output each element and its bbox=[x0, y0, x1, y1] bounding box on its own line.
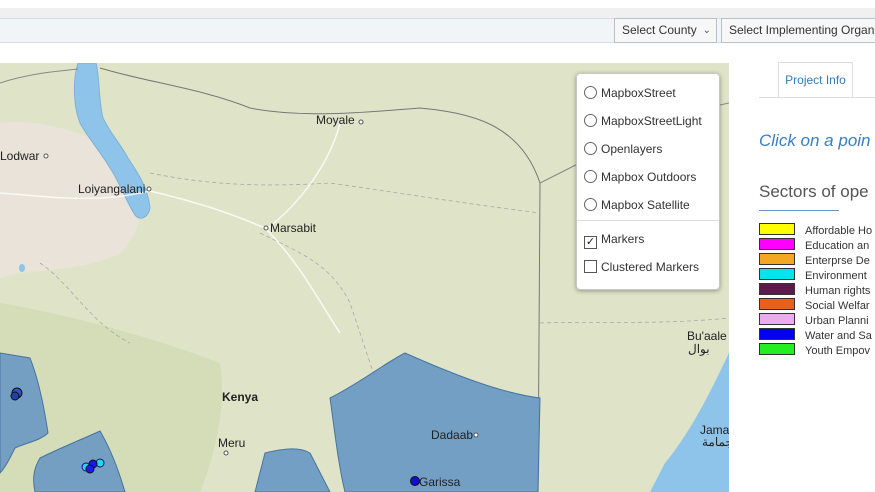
legend-item: Enterprse De bbox=[759, 253, 870, 267]
label-lodwar: Lodwar bbox=[0, 149, 39, 163]
layer-control: MapboxStreet MapboxStreetLight Openlayer… bbox=[576, 73, 720, 290]
overlay-label: Clustered Markers bbox=[601, 260, 700, 274]
legend-label: Environment bbox=[805, 270, 867, 282]
layer-label: Mapbox Satellite bbox=[601, 198, 690, 212]
legend-item: Water and Sa bbox=[759, 328, 872, 342]
legend-swatch bbox=[759, 283, 795, 295]
label-garissa: Garissa bbox=[419, 475, 461, 489]
legend-label: Youth Empov bbox=[805, 345, 871, 357]
legend-label: Education an bbox=[805, 240, 870, 252]
layer-option-mapboxstreetlight[interactable]: MapboxStreetLight bbox=[584, 113, 702, 129]
legend-swatch bbox=[759, 313, 795, 325]
sectors-title: Sectors of ope bbox=[759, 182, 869, 201]
layer-option-mapboxstreet[interactable]: MapboxStreet bbox=[584, 85, 676, 101]
legend-item: Social Welfar bbox=[759, 298, 870, 312]
organization-select[interactable]: Select Implementing Organ bbox=[721, 18, 875, 43]
layer-label: MapboxStreetLight bbox=[601, 114, 702, 128]
checkbox-checked-icon[interactable]: ✓ bbox=[584, 236, 597, 249]
city-dot-loiyangalani bbox=[146, 186, 152, 192]
legend-item: Urban Planni bbox=[759, 313, 869, 327]
small-lake bbox=[19, 264, 25, 272]
label-buaale-arabic: بوال bbox=[688, 342, 710, 356]
legend-label: Affordable Ho bbox=[805, 225, 873, 237]
top-band bbox=[0, 0, 875, 8]
overlay-label: Markers bbox=[601, 232, 645, 246]
legend-item: Affordable Ho bbox=[759, 223, 873, 237]
legend-swatch bbox=[759, 268, 795, 280]
legend-swatch bbox=[759, 328, 795, 340]
legend-item: Education an bbox=[759, 238, 870, 252]
chevron-down-icon: ⌄ bbox=[702, 25, 711, 36]
legend-swatch bbox=[759, 298, 795, 310]
layer-option-mapbox-satellite[interactable]: Mapbox Satellite bbox=[584, 197, 690, 213]
county-garissa[interactable] bbox=[329, 352, 541, 492]
organization-select-label: Select Implementing Organ bbox=[729, 23, 875, 37]
city-dot-lodwar bbox=[43, 153, 49, 159]
label-buaale: Bu'aale bbox=[687, 329, 727, 343]
legend-label: Social Welfar bbox=[805, 300, 870, 312]
label-loiyangalani: Loiyangalani bbox=[78, 182, 145, 196]
project-marker[interactable] bbox=[10, 391, 20, 401]
radio-icon[interactable] bbox=[584, 198, 597, 211]
label-moyale: Moyale bbox=[316, 113, 355, 127]
legend-label: Enterprse De bbox=[805, 255, 870, 267]
legend-swatch bbox=[759, 343, 795, 355]
county-select-label: Select County bbox=[622, 23, 697, 37]
label-kenya: Kenya bbox=[222, 390, 258, 404]
gray-band bbox=[0, 8, 875, 18]
layer-option-openlayers[interactable]: Openlayers bbox=[584, 141, 662, 157]
radio-icon[interactable] bbox=[584, 114, 597, 127]
label-meru: Meru bbox=[218, 436, 245, 450]
road-2 bbox=[267, 122, 341, 229]
city-dot-moyale bbox=[358, 119, 364, 125]
click-instruction: Click on a poin bbox=[759, 131, 871, 150]
city-dot-meru bbox=[223, 450, 229, 456]
legend-swatch bbox=[759, 223, 795, 235]
layer-option-mapbox-outdoors[interactable]: Mapbox Outdoors bbox=[584, 169, 696, 185]
county-select[interactable]: Select County ⌄ bbox=[614, 18, 717, 43]
layer-label: Openlayers bbox=[601, 142, 663, 156]
city-dot-marsabit bbox=[263, 225, 269, 231]
legend-label: Human rights bbox=[805, 285, 871, 297]
overlay-option-markers[interactable]: ✓ Markers bbox=[584, 231, 645, 249]
legend-item: Youth Empov bbox=[759, 343, 871, 357]
legend-item: Environment bbox=[759, 268, 867, 282]
city-dot-dadaab bbox=[473, 432, 479, 438]
border-northwest bbox=[0, 68, 79, 84]
legend-swatch bbox=[759, 253, 795, 265]
county-border-3 bbox=[539, 317, 729, 324]
layer-separator bbox=[577, 220, 719, 221]
radio-icon[interactable] bbox=[584, 86, 597, 99]
layer-label: Mapbox Outdoors bbox=[601, 170, 697, 184]
overlay-option-clustered-markers[interactable]: Clustered Markers bbox=[584, 259, 699, 275]
radio-icon[interactable] bbox=[584, 170, 597, 183]
county-border-2 bbox=[259, 232, 381, 394]
project-marker[interactable] bbox=[85, 464, 95, 474]
county-south[interactable] bbox=[254, 448, 331, 492]
legend-swatch bbox=[759, 238, 795, 250]
layer-label: MapboxStreet bbox=[601, 86, 676, 100]
desert-region bbox=[0, 122, 143, 278]
checkbox-icon[interactable] bbox=[584, 260, 597, 273]
project-marker[interactable] bbox=[410, 476, 420, 486]
sectors-underline bbox=[759, 210, 839, 211]
legend-item: Human rights bbox=[759, 283, 871, 297]
legend-label: Urban Planni bbox=[805, 315, 869, 327]
tab-baseline bbox=[759, 97, 875, 98]
label-jamame-arabic: جمامة bbox=[702, 435, 729, 449]
tab-project-info[interactable]: Project Info bbox=[778, 62, 853, 97]
legend-label: Water and Sa bbox=[805, 330, 872, 342]
radio-icon[interactable] bbox=[584, 142, 597, 155]
label-marsabit: Marsabit bbox=[270, 221, 317, 235]
label-dadaab: Dadaab bbox=[431, 428, 473, 442]
